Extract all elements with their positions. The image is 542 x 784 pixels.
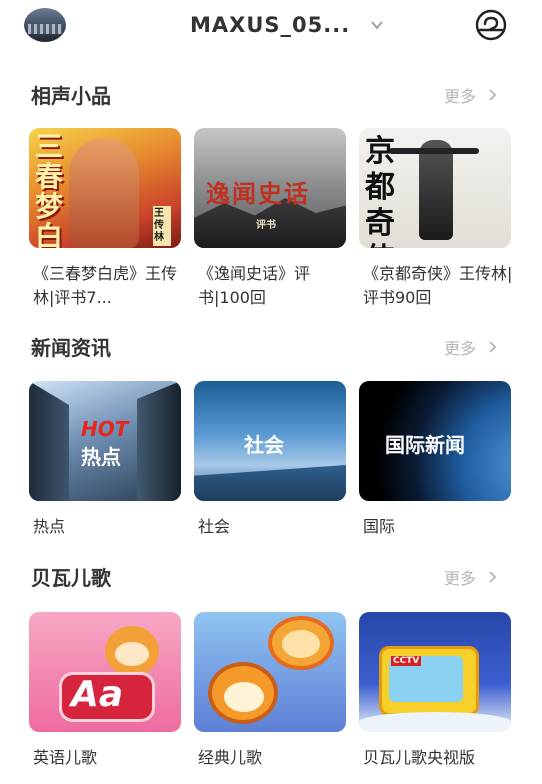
section-header-news: 新闻资讯 更多: [0, 332, 542, 362]
thumbnail-title: 逸闻史话: [206, 180, 310, 208]
thumbnail: 国际新闻: [359, 381, 511, 501]
thumbnail-badge: 王传林: [153, 206, 171, 246]
thumbnail: 京都奇侠: [359, 128, 511, 248]
more-link[interactable]: 更多: [444, 83, 497, 107]
card-caption: 英语儿歌: [33, 748, 98, 767]
more-label: 更多: [444, 569, 477, 588]
thumbnail: HOT 热点: [29, 381, 181, 501]
card-caption: 《三春梦白虎》王传林|评书7...: [33, 264, 178, 307]
thumbnail-title: 京都奇侠: [365, 134, 395, 248]
more-label: 更多: [444, 87, 477, 106]
thumbnail: 逸闻史话 评书: [194, 128, 346, 248]
thumbnail-title: 国际新闻: [385, 433, 465, 457]
thumbnail-badge: 评书: [256, 220, 276, 231]
card-caption: 国际: [363, 517, 396, 536]
section-header-crosstalk: 相声小品 更多: [0, 80, 542, 110]
section-title: 新闻资讯: [31, 336, 111, 360]
thumbnail-badge: CCTV: [391, 656, 422, 666]
thumbnail: 社会: [194, 381, 346, 501]
section-header-kids-songs: 贝瓦儿歌 更多: [0, 562, 542, 592]
thumbnail: Aa: [29, 612, 181, 732]
section-title: 相声小品: [31, 84, 111, 108]
voice-assistant-icon[interactable]: [472, 8, 510, 42]
section-title: 贝瓦儿歌: [31, 566, 111, 590]
more-link[interactable]: 更多: [444, 565, 497, 589]
device-selector[interactable]: MAXUS_05...: [190, 10, 384, 40]
avatar[interactable]: [24, 8, 66, 42]
card-caption: 《逸闻史话》评书|100回: [198, 264, 311, 307]
device-name: MAXUS_05...: [190, 13, 351, 37]
more-link[interactable]: 更多: [444, 335, 497, 359]
thumbnail: CCTV: [359, 612, 511, 732]
card-caption: 《京都奇侠》王传林|评书90回: [363, 264, 513, 307]
chevron-down-icon: [371, 21, 383, 30]
thumbnail: 三春梦白虎 王传林: [29, 128, 181, 248]
card-caption: 社会: [198, 517, 231, 536]
card-caption: 热点: [33, 517, 66, 536]
chevron-right-icon: [489, 341, 497, 353]
thumbnail-title: 社会: [244, 433, 284, 457]
thumbnail-badge: HOT: [81, 417, 129, 441]
thumbnail-title: Aa: [71, 674, 124, 715]
card-caption: 贝瓦儿歌央视版: [363, 748, 476, 767]
card-caption: 经典儿歌: [198, 748, 263, 767]
thumbnail: [194, 612, 346, 732]
chevron-right-icon: [489, 89, 497, 101]
thumbnail-title: 热点: [81, 445, 121, 469]
more-label: 更多: [444, 339, 477, 358]
top-bar: MAXUS_05...: [0, 0, 542, 52]
chevron-right-icon: [489, 571, 497, 583]
thumbnail-title: 三春梦白虎: [35, 130, 64, 249]
